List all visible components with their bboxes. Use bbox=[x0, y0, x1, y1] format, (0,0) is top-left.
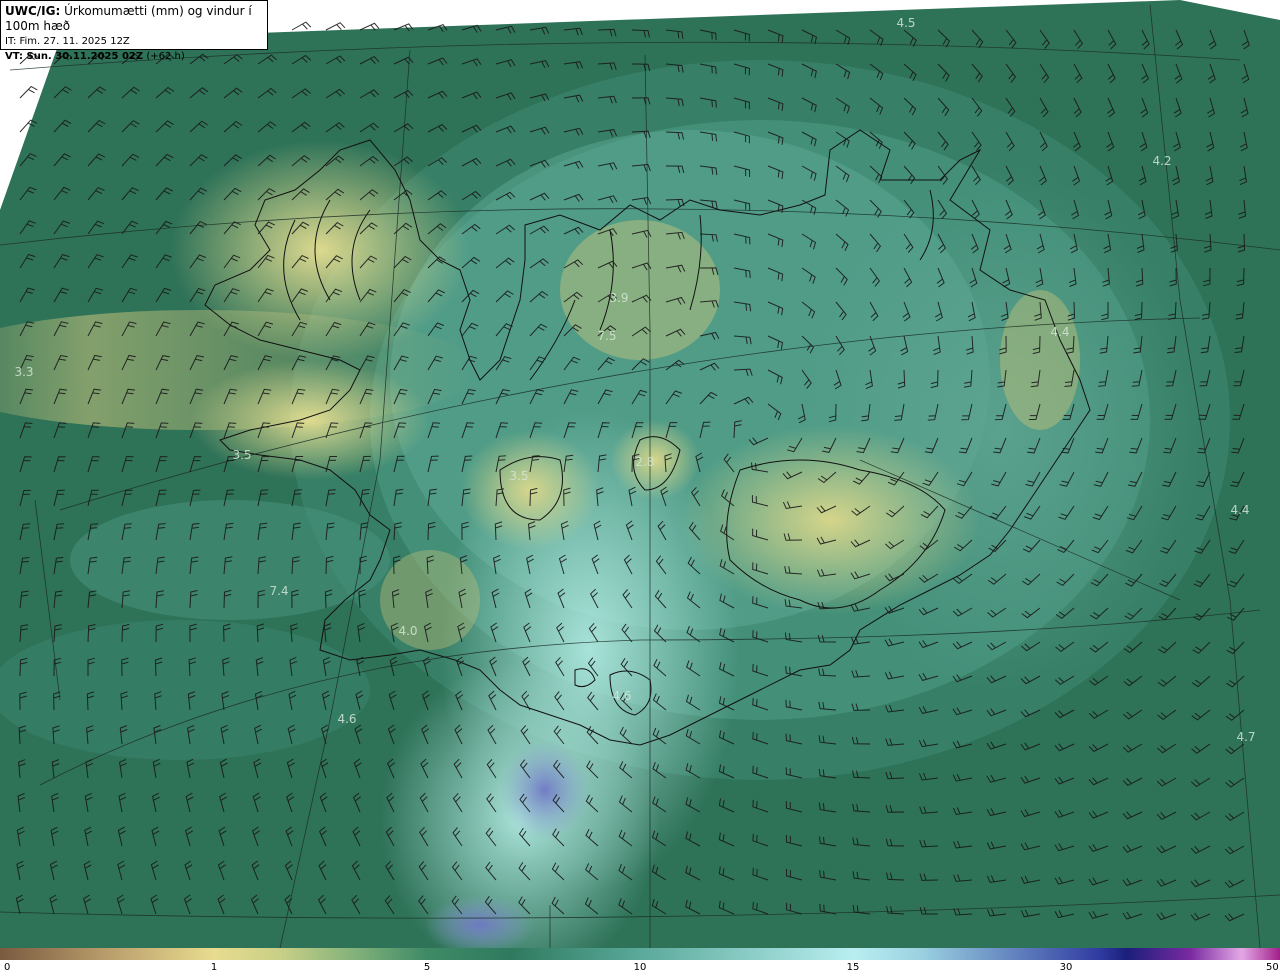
precip-wind-map: 4.5 4.2 3.3 3.9 7.5 4.4 4.4 2.8 3.5 4.0 … bbox=[0, 0, 1280, 948]
colorbar bbox=[0, 948, 1280, 960]
value-label: 3.9 bbox=[609, 291, 629, 305]
value-label: 4.7 bbox=[1236, 730, 1256, 744]
colorbar-tick: 10 bbox=[633, 962, 647, 973]
forecast-offset: (+62 h) bbox=[146, 51, 185, 62]
map-header: UWC/IG: Úrkomumætti (mm) og vindur í 100… bbox=[0, 0, 268, 62]
map-canvas bbox=[0, 0, 1280, 948]
model-name: UWC/IG: bbox=[5, 4, 61, 18]
value-label: 4.4 bbox=[1230, 503, 1250, 517]
colorbar-tick: 5 bbox=[423, 962, 431, 973]
colorbar-tick: 15 bbox=[846, 962, 860, 973]
value-label: 4.6 bbox=[337, 712, 357, 726]
colorbar-tick: 1 bbox=[210, 962, 218, 973]
value-label: 4.4 bbox=[1050, 325, 1070, 339]
value-label: 7.5 bbox=[597, 329, 617, 343]
value-label: 4.2 bbox=[1152, 154, 1172, 168]
map-title-line: UWC/IG: Úrkomumætti (mm) og vindur í 100… bbox=[5, 4, 263, 34]
value-label: 3.5 bbox=[509, 469, 529, 483]
init-time: IT: Fim. 27. 11. 2025 12Z bbox=[5, 36, 130, 47]
value-label: 4.5 bbox=[896, 16, 916, 30]
value-label: 3.5 bbox=[232, 448, 252, 462]
valid-time: VT: Sun. 30.11.2025 02Z bbox=[5, 51, 144, 62]
value-label: 2.8 bbox=[635, 455, 655, 469]
value-label: 3.3 bbox=[14, 365, 34, 379]
colorbar-tick: 50 bbox=[1266, 962, 1279, 973]
value-label: 4.6 bbox=[612, 689, 632, 703]
value-label: 7.4 bbox=[269, 584, 289, 598]
valid-time-line: VT: Sun. 30.11.2025 02Z (+62 h) bbox=[5, 49, 263, 64]
colorbar-tick: 30 bbox=[1059, 962, 1073, 973]
colorbar-tick: 0 bbox=[4, 962, 11, 973]
value-label: 4.0 bbox=[398, 624, 418, 638]
